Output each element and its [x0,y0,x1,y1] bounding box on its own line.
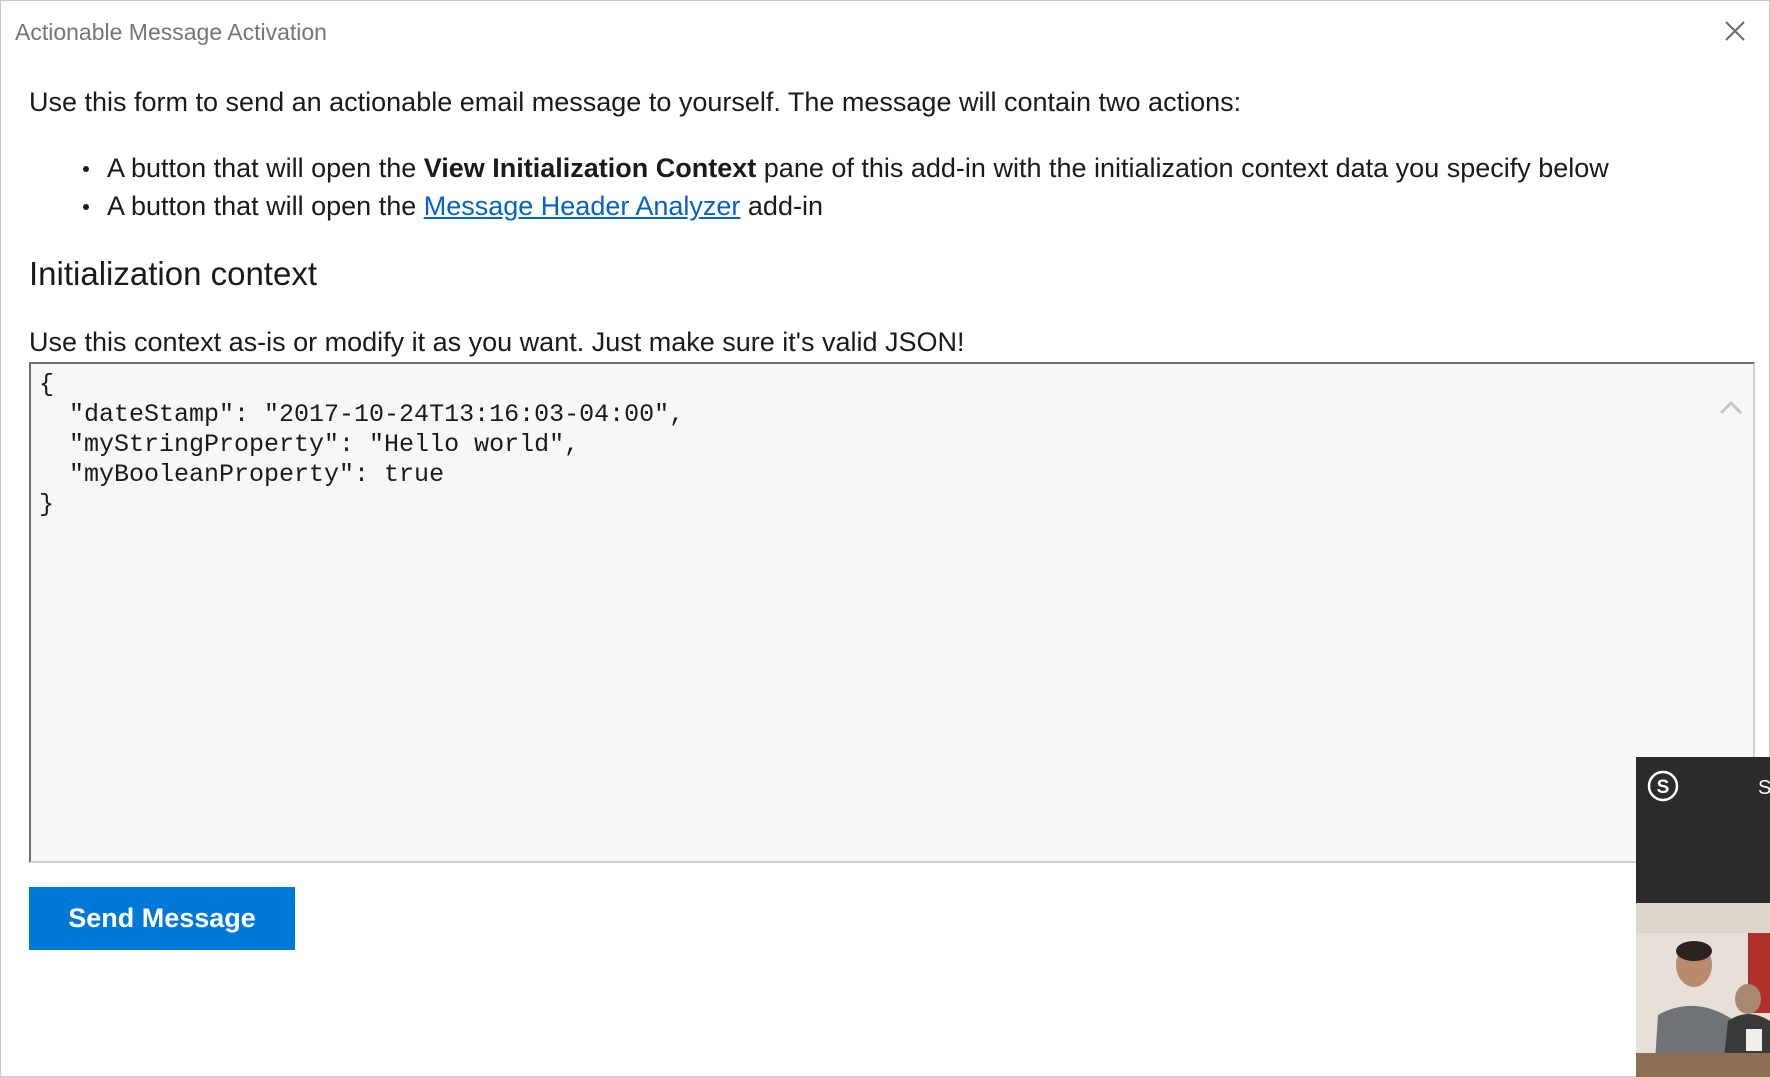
list-item: A button that will open the Message Head… [81,187,1609,225]
scroll-up-arrow[interactable] [1717,397,1745,417]
action-prefix: A button that will open the [107,153,424,183]
action-prefix: A button that will open the [107,191,424,221]
video-feed-image [1636,903,1770,1077]
section-heading: Initialization context [29,255,317,292]
skype-icon[interactable]: S [1646,769,1680,803]
intro-text: Use this form to send an actionable emai… [29,87,1242,117]
title-bar: Actionable Message Activation [1,1,1769,61]
actions-list: A button that will open the View Initial… [81,149,1609,225]
svg-text:S: S [1657,777,1670,798]
video-feed [1636,903,1770,1077]
skype-call-bar: S S [1636,757,1770,903]
message-header-analyzer-link[interactable]: Message Header Analyzer [424,191,741,221]
chevron-up-icon [1719,400,1743,415]
close-button[interactable] [1717,13,1753,49]
skype-call-overlay[interactable]: S S [1636,757,1770,1077]
context-label: Use this context as-is or modify it as y… [29,327,965,357]
window-title: Actionable Message Activation [15,19,327,45]
list-item: A button that will open the View Initial… [81,149,1609,187]
action-suffix: pane of this add-in with the initializat… [756,153,1609,183]
view-initialization-context-label: View Initialization Context [423,153,757,183]
action-suffix: add-in [740,191,823,221]
close-icon [1725,21,1745,41]
skype-label: S [1758,777,1770,799]
json-context-textarea[interactable]: { "dateStamp": "2017-10-24T13:16:03-04:0… [29,362,1755,863]
dialog-window: Actionable Message Activation Use this f… [0,0,1770,1077]
send-message-button[interactable]: Send Message [29,887,295,950]
